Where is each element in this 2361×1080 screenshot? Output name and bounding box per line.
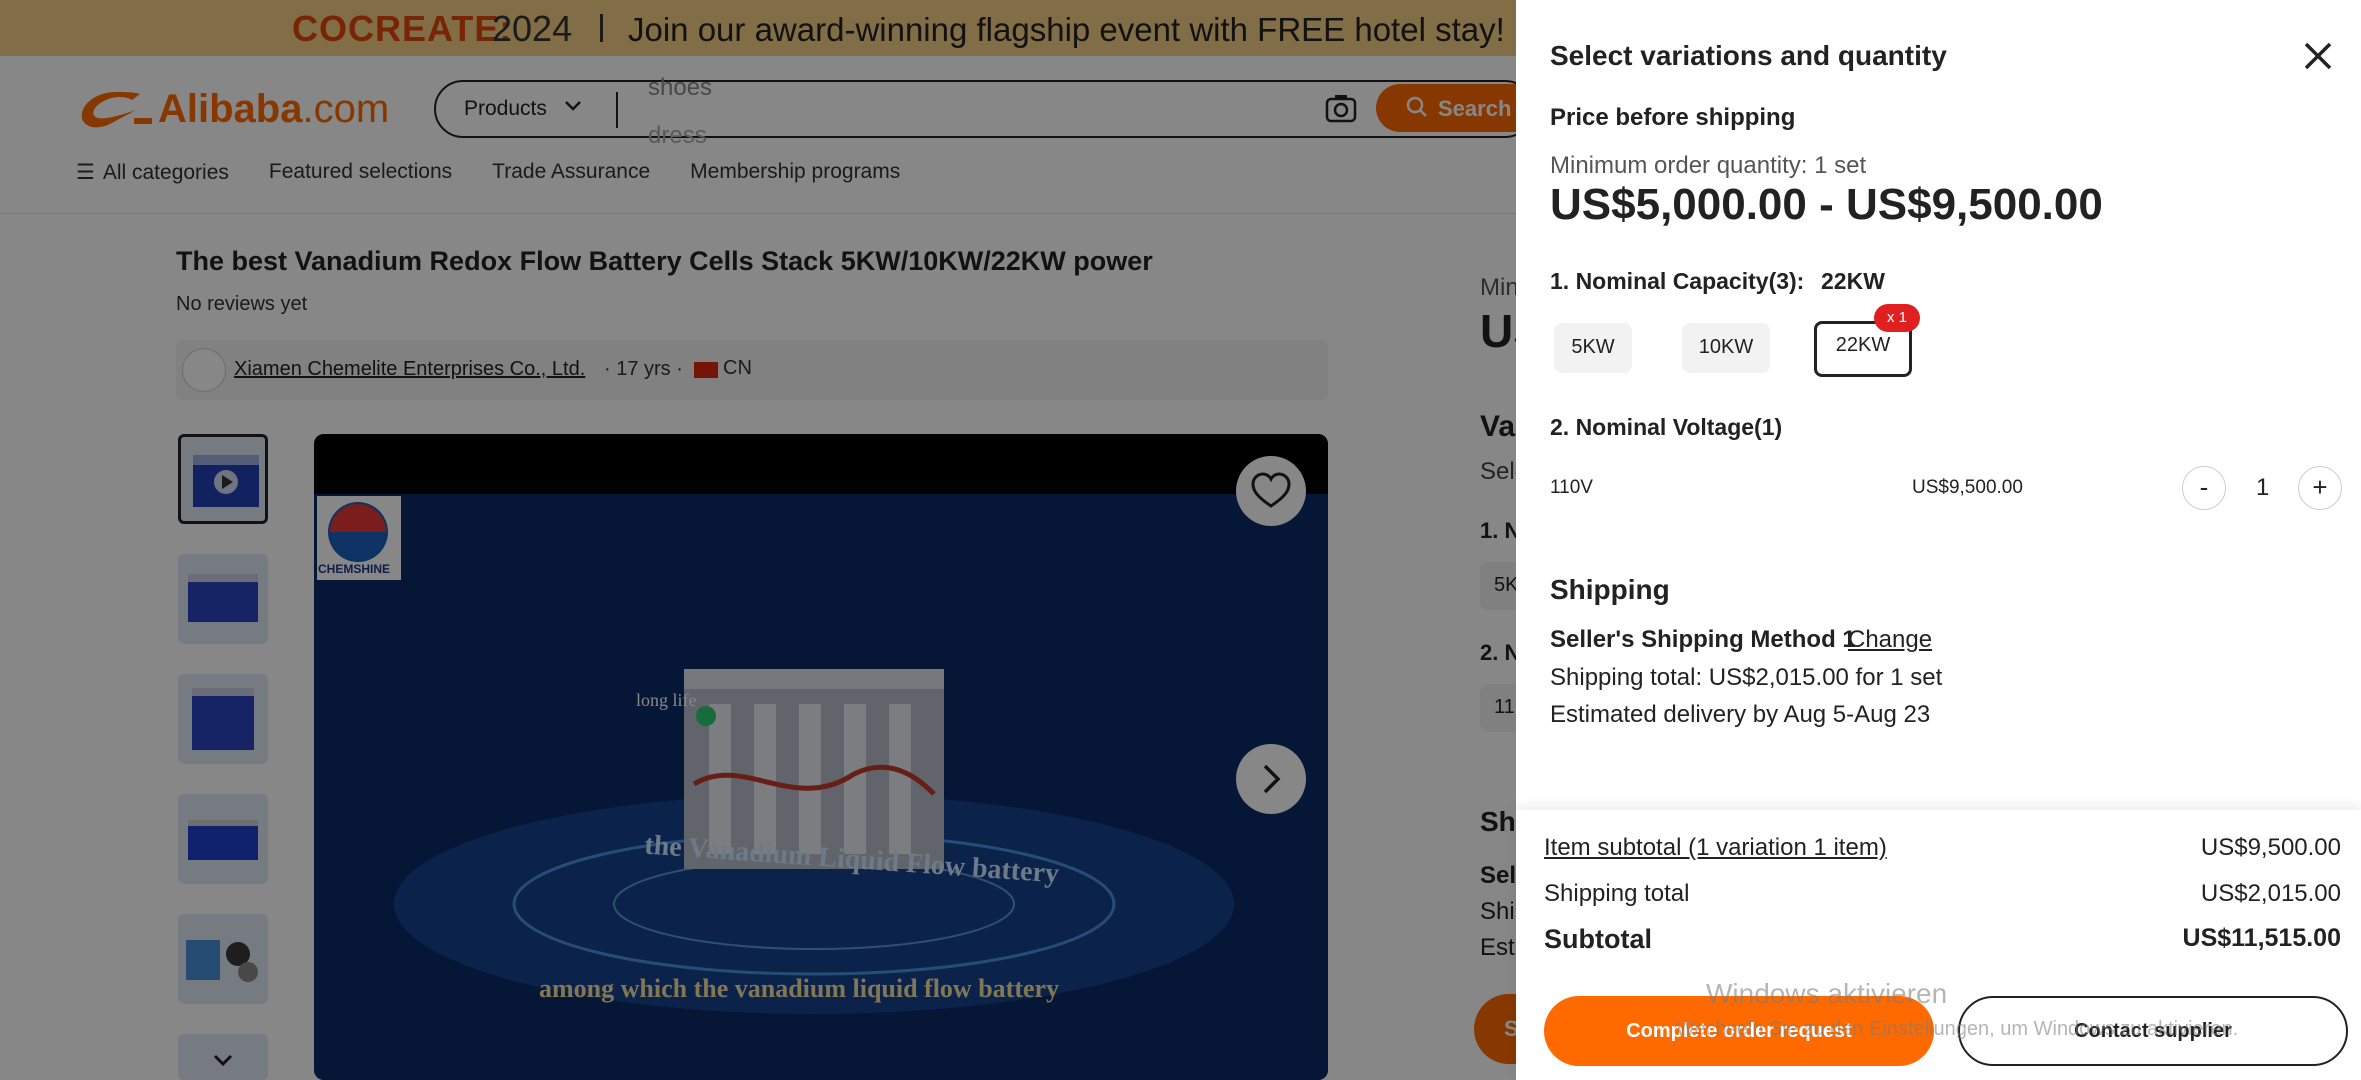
capacity-label: 1. Nominal Capacity(3):	[1550, 268, 1805, 294]
shipping-total-value: US$2,015.00	[2200, 880, 2341, 907]
quantity-value[interactable]: 1	[2256, 474, 2269, 502]
quantity-increase-button[interactable]: +	[2298, 466, 2342, 510]
page: { "banner": { "brand": "COCREATE:", "yea…	[0, 0, 2361, 1080]
estimated-delivery: Estimated delivery by Aug 5-Aug 23	[1550, 701, 1931, 728]
shipping-total-line: Shipping total: US$2,015.00 for 1 set	[1550, 664, 1943, 691]
voltage-option-110v: 110V	[1550, 477, 1593, 498]
modal-title: Select variations and quantity	[1550, 40, 1947, 71]
windows-watermark-text: Wechseln Sie zu den Einstellungen, um Wi…	[1676, 1018, 2239, 1040]
voltage-label: 2. Nominal Voltage(1)	[1550, 414, 1783, 440]
price-before-shipping-label: Price before shipping	[1550, 104, 1796, 131]
capacity-selected-value: 22KW	[1821, 268, 1885, 294]
windows-watermark-title: Windows aktivieren	[1706, 978, 1948, 1009]
item-subtotal-link[interactable]: Item subtotal (1 variation 1 item)	[1544, 834, 1887, 862]
close-icon[interactable]	[2300, 38, 2336, 74]
shipping-heading: Shipping	[1550, 574, 1670, 605]
subtotal-value: US$11,515.00	[2182, 924, 2341, 952]
shipping-total-label: Shipping total	[1544, 880, 1690, 907]
voltage-option-price: US$9,500.00	[1912, 477, 2023, 498]
selected-count-badge: x 1	[1874, 304, 1920, 332]
subtotal-label: Subtotal	[1544, 924, 1652, 954]
item-subtotal-value: US$9,500.00	[2200, 834, 2341, 861]
quantity-decrease-button[interactable]: -	[2182, 466, 2226, 510]
price-range: US$5,000.00 - US$9,500.00	[1550, 180, 2103, 229]
capacity-option-10kw[interactable]: 10KW	[1682, 323, 1770, 373]
shipping-change-link[interactable]: Change	[1848, 626, 1932, 654]
min-order-quantity: Minimum order quantity: 1 set	[1550, 152, 1867, 179]
capacity-option-5kw[interactable]: 5KW	[1554, 323, 1632, 373]
modal-backdrop[interactable]	[0, 0, 1516, 1080]
shipping-method: Seller's Shipping Method 1	[1550, 626, 1856, 653]
